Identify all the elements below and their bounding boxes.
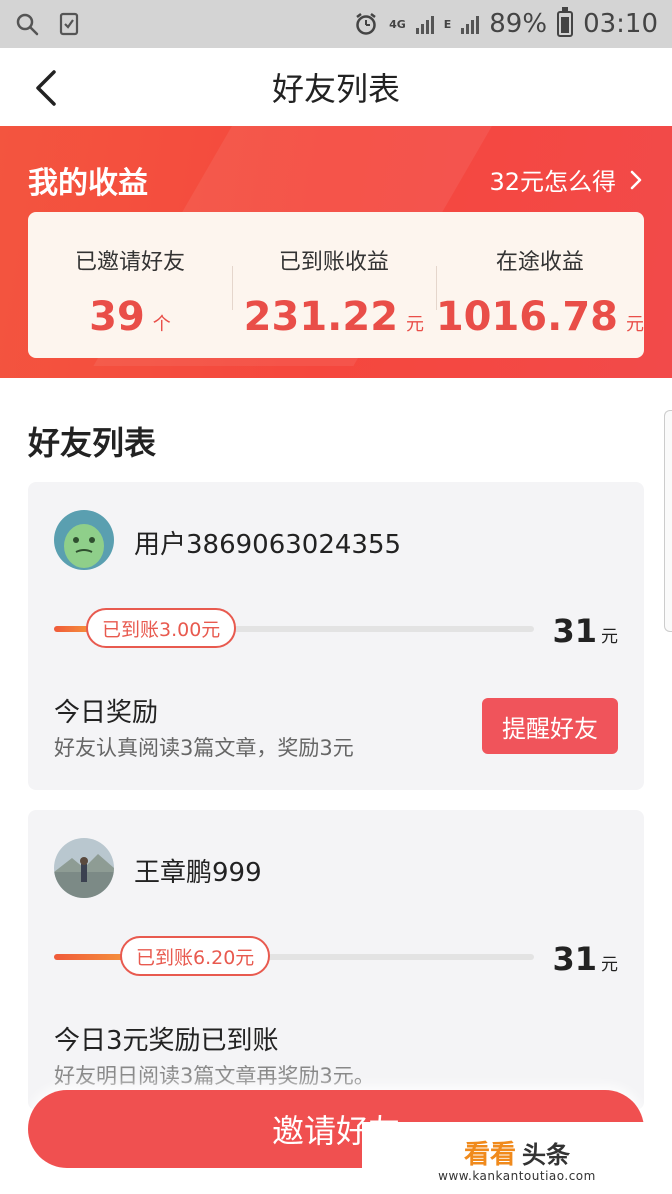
stat-value: 1016.78: [435, 294, 618, 340]
reward-description: 好友认真阅读3篇文章，奖励3元: [54, 736, 354, 760]
friend-name: 用户3869063024355: [134, 530, 402, 560]
stat-label: 已邀请好友: [74, 250, 185, 275]
stat-pending-earnings: 在途收益 1016.78 元: [435, 212, 644, 358]
stat-unit: 元: [626, 314, 644, 335]
scrollbar[interactable]: [664, 410, 672, 632]
screen: 4G E 89% 03:10 好友列表 我的收益 32元怎么得 已邀请好友 39…: [0, 0, 672, 1194]
chevron-right-icon: [630, 170, 642, 189]
stat-received-earnings: 已到账收益 231.22 元: [231, 212, 436, 358]
reward-description: 好友明日阅读3篇文章再奖励3元。: [54, 1064, 375, 1088]
received-amount-badge: 已到账3.00元: [86, 608, 237, 648]
reward-title: 今日奖励: [54, 698, 159, 728]
avatar: [54, 510, 114, 570]
friend-card: 用户3869063024355 已到账3.00元 31 元 今日奖励 好友认真阅…: [28, 482, 644, 790]
network-type-label-2: E: [443, 17, 452, 31]
goal-unit: 元: [601, 627, 618, 647]
status-bar: 4G E 89% 03:10: [0, 0, 672, 48]
network-type-label: 4G: [389, 17, 406, 31]
how-to-earn-link[interactable]: 32元怎么得: [489, 162, 642, 197]
reward-title: 今日3元奖励已到账: [54, 1026, 279, 1056]
battery-percent: 89%: [489, 9, 548, 39]
clipboard-check-icon: [59, 12, 79, 36]
goal-amount: 31 元: [552, 940, 618, 978]
page-title: 好友列表: [271, 70, 400, 108]
watermark: 看看 头条 www.kankantoutiao.com: [362, 1122, 672, 1194]
remind-friend-button[interactable]: 提醒好友: [482, 698, 618, 754]
friend-list-heading: 好友列表: [28, 424, 157, 462]
earnings-banner: 我的收益 32元怎么得 已邀请好友 39 个 已到账收益 231.22 元 在途…: [0, 126, 672, 378]
goal-value: 31: [552, 612, 597, 650]
nav-bar: 好友列表: [0, 48, 672, 126]
alarm-icon: [356, 13, 376, 35]
goal-amount: 31 元: [552, 612, 618, 650]
friend-card: 王章鹏999 已到账6.20元 31 元 今日3元奖励已到账 好友明日阅读3篇文…: [28, 810, 644, 1110]
how-to-earn-label: 32元怎么得: [489, 168, 616, 196]
earnings-stats: 已邀请好友 39 个 已到账收益 231.22 元 在途收益 1016.78 元: [28, 212, 644, 358]
received-amount-badge: 已到账6.20元: [120, 936, 271, 976]
goal-value: 31: [552, 940, 597, 978]
stat-invited-friends: 已邀请好友 39 个: [28, 212, 232, 358]
watermark-url: www.kankantoutiao.com: [438, 1168, 596, 1183]
battery-icon: [557, 7, 574, 37]
stat-unit: 个: [152, 314, 171, 335]
stat-value: 231.22: [243, 294, 399, 340]
back-arrow-icon[interactable]: [30, 68, 66, 108]
stat-value: 39: [89, 294, 145, 340]
goal-unit: 元: [601, 955, 618, 975]
friend-name: 王章鹏999: [134, 858, 262, 888]
clock: 03:10: [583, 9, 658, 39]
signal-icon-2: [461, 14, 480, 34]
avatar: [54, 838, 114, 898]
watermark-brand-b: 头条: [522, 1140, 570, 1169]
stat-label: 已到账收益: [278, 250, 389, 275]
stat-label: 在途收益: [495, 250, 584, 275]
signal-icon: [415, 14, 434, 34]
stat-unit: 元: [406, 314, 425, 335]
earnings-title: 我的收益: [28, 166, 148, 201]
watermark-brand-a: 看看: [463, 1139, 516, 1170]
search-icon: [16, 13, 39, 36]
